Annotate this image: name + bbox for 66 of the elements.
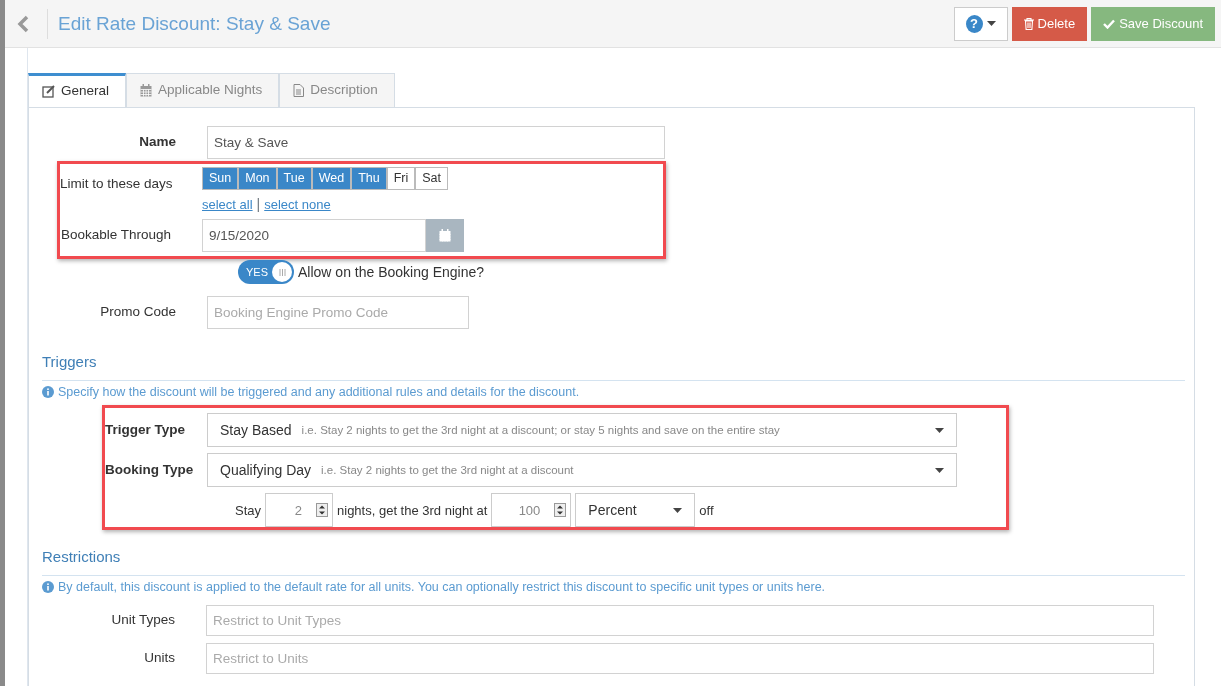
field-label: Trigger Type <box>105 421 187 440</box>
day-toggle[interactable]: Sun <box>202 167 239 190</box>
calendar-icon <box>140 84 153 97</box>
field-label: Unit Types <box>110 610 176 629</box>
caret-icon <box>935 427 944 433</box>
help-button[interactable]: ? <box>953 6 1008 41</box>
promo-code-field[interactable]: Booking Engine Promo Code <box>207 296 469 329</box>
select-hint: i.e. Stay 2 nights to get the 3rd night at a discount; or stay 5 nights and save on the entire stay <box>301 422 780 438</box>
page-title: Edit Rate Discount: Stay & Save <box>47 8 331 39</box>
multi-select-field[interactable]: Restrict to Unit Types <box>206 604 1154 636</box>
day-toggle[interactable]: Thu <box>351 167 387 190</box>
info-text: By default, this discount is applied to the default rate for all units. You can optionally restrict this discount to specific unit types or units here. <box>58 578 826 596</box>
check-icon <box>1103 18 1116 29</box>
info-text: Specify how the discount will be triggered and any additional rules and details for the discount. <box>58 383 580 401</box>
day-toggle[interactable]: Tue <box>276 167 312 190</box>
field-label: Promo Code <box>99 303 177 322</box>
select-field[interactable]: Qualifying Day i.e. Stay 2 nights to get the 3rd night at a discount <box>207 453 957 488</box>
number-field[interactable]: 100 <box>491 493 572 528</box>
multi-select-field[interactable]: Restrict to Units <box>206 642 1154 674</box>
document-icon <box>293 84 305 97</box>
field-label: Name <box>138 133 177 152</box>
back-chevron-icon[interactable] <box>17 15 29 34</box>
spinner-arrows-icon <box>554 503 567 518</box>
calendar-button[interactable] <box>426 219 464 252</box>
edit-icon <box>42 85 55 98</box>
section-heading: Triggers <box>42 351 1185 381</box>
unit-select[interactable]: Percent <box>575 493 696 528</box>
select-field[interactable]: Stay Based i.e. Stay 2 nights to get the 3rd night at a discount; or stay 5 nights and save on the entire stay <box>207 413 957 448</box>
field-label: Booking Type <box>105 461 195 480</box>
rule-text: off <box>699 501 714 520</box>
caret-icon <box>935 467 944 473</box>
field-label: Units <box>143 648 176 667</box>
number-field[interactable]: 2 <box>265 493 333 528</box>
day-toggle[interactable]: Fri <box>386 167 416 190</box>
caret-icon <box>986 21 996 26</box>
select-value: Stay Based <box>220 420 292 440</box>
toggle-switch[interactable]: YES <box>238 260 294 284</box>
tab[interactable]: Description <box>279 73 395 107</box>
tab[interactable]: Applicable Nights <box>126 73 280 107</box>
delete-button[interactable]: Delete <box>1011 6 1088 41</box>
day-toggle[interactable]: Sat <box>415 167 449 190</box>
spinner-arrows-icon <box>316 503 328 518</box>
date-field[interactable]: 9/15/2020 <box>202 219 426 252</box>
toggle-label: Allow on the Booking Engine? <box>298 262 485 282</box>
caret-icon <box>673 507 683 513</box>
day-toggle[interactable]: Mon <box>238 167 277 190</box>
tab[interactable]: General <box>28 73 127 107</box>
help-icon: ? <box>965 14 983 33</box>
save-button[interactable]: Save Discount <box>1091 6 1215 41</box>
info-icon <box>42 385 54 398</box>
rule-text: Stay <box>235 501 261 520</box>
calendar-icon <box>439 229 451 242</box>
name-field[interactable]: Stay & Save <box>207 126 665 159</box>
rule-text: nights, get the 3rd night at <box>337 501 488 520</box>
field-label: Limit to these days <box>60 175 174 193</box>
select-all-link[interactable]: select all <box>202 194 253 215</box>
info-icon <box>42 581 54 594</box>
day-toggle[interactable]: Wed <box>311 167 352 190</box>
section-heading: Restrictions <box>42 546 1185 576</box>
select-none-link[interactable]: select none <box>264 194 331 215</box>
grip-icon <box>278 268 286 276</box>
separator: | <box>256 195 261 214</box>
select-hint: i.e. Stay 2 nights to get the 3rd night at a discount <box>321 462 574 478</box>
select-value: Qualifying Day <box>220 460 312 480</box>
trash-icon <box>1023 17 1034 30</box>
field-label: Bookable Through <box>60 226 172 245</box>
